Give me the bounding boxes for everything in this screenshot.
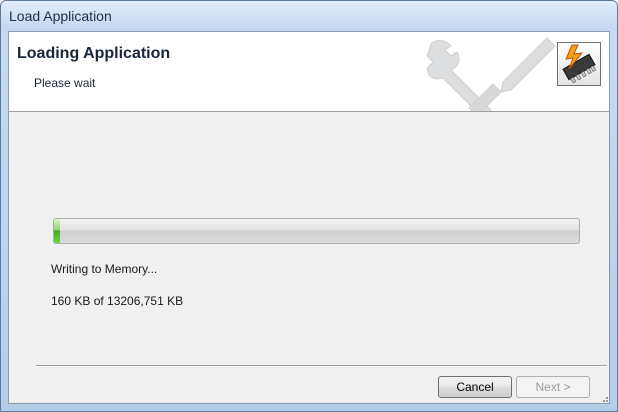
title-bar[interactable]: Load Application	[1, 1, 617, 31]
window-title: Load Application	[9, 8, 112, 24]
load-application-window: Load Application Loading Application Ple…	[0, 0, 618, 412]
cancel-button[interactable]: Cancel	[438, 376, 512, 398]
button-separator	[36, 365, 607, 367]
loading-progress-bar	[53, 218, 580, 244]
wrench-screwdriver-icon	[426, 37, 556, 111]
header-title: Loading Application	[17, 45, 171, 62]
resize-grip-icon[interactable]	[600, 394, 608, 402]
next-button[interactable]: Next >	[516, 376, 590, 398]
status-message: Writing to Memory...	[51, 262, 158, 276]
header-subtitle: Please wait	[34, 76, 96, 90]
memory-chip-lightning-icon	[557, 42, 601, 86]
wizard-header: Loading Application Please wait	[9, 32, 609, 112]
transfer-size-text: 160 KB of 13206,751 KB	[51, 294, 184, 308]
progress-fill	[54, 219, 61, 243]
wizard-body	[9, 112, 609, 403]
dialog-client-area: Loading Application Please wait Writing …	[8, 31, 610, 404]
